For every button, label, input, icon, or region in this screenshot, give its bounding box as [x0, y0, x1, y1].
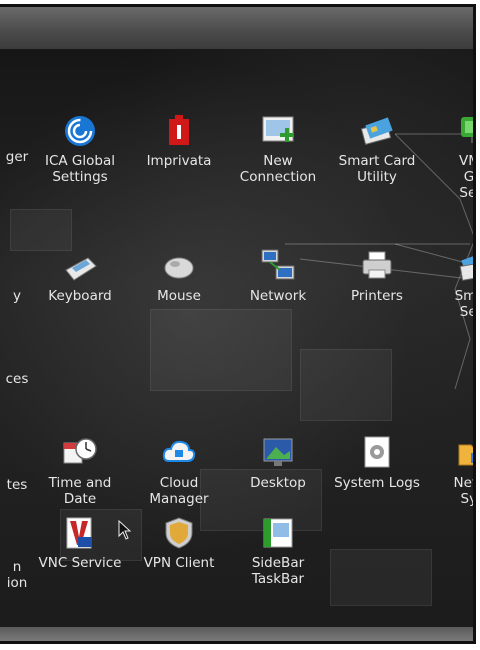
item-label: VMw Glo Setti: [459, 153, 476, 201]
mouse-pointer-icon: [118, 519, 132, 544]
desktop-item-devices[interactable]: ces: [0, 331, 66, 387]
item-label: ces: [5, 371, 29, 387]
item-label: ICA Global Settings: [45, 153, 115, 185]
vnc-service-icon: [62, 515, 98, 551]
network-system-icon: [457, 435, 473, 471]
printers-icon: [359, 248, 395, 284]
desktop-item-vpn-client[interactable]: VPN Client: [130, 515, 228, 571]
smart-card-utility-icon: [359, 113, 395, 149]
ica-global-settings-icon: [62, 113, 98, 149]
desktop-item-system-logs[interactable]: System Logs: [328, 435, 426, 491]
item-label: SideBar TaskBar: [251, 555, 305, 587]
keyboard-icon: [62, 248, 98, 284]
devices-icon: [0, 331, 35, 367]
desktop-item-printers[interactable]: Printers: [328, 248, 426, 304]
desktop-item-ica-global-settings[interactable]: ICA Global Settings: [31, 113, 129, 185]
desktop-item-imprivata[interactable]: Imprivata: [130, 113, 228, 169]
item-label: Printers: [351, 288, 403, 304]
item-label: Netwo Syst: [453, 475, 476, 507]
control-center-window: ger ICA Global Settings Imprivata New Co…: [0, 4, 476, 644]
cloud-manager-icon: [161, 435, 197, 471]
window-bottom-border: [0, 627, 473, 641]
desktop-item-vnc-service[interactable]: VNC Service: [31, 515, 129, 571]
item-label: VPN Client: [143, 555, 215, 571]
certificates-icon: [0, 437, 35, 473]
desktop-item-smart-card-utility[interactable]: Smart Card Utility: [328, 113, 426, 185]
vpn-client-icon: [161, 515, 197, 551]
display-icon: [0, 248, 35, 284]
smart-services-icon: [457, 248, 473, 284]
window-titlebar[interactable]: [0, 7, 473, 50]
vmware-global-settings-icon: [457, 113, 473, 149]
desktop-item-network-system[interactable]: Netwo Syst: [426, 435, 476, 507]
time-and-date-icon: [62, 435, 98, 471]
desktop-item-network[interactable]: Network: [229, 248, 327, 304]
item-label: New Connection: [239, 153, 317, 185]
desktop-icon: [260, 435, 296, 471]
desktop-item-sidebar-taskbar[interactable]: SideBar TaskBar: [229, 515, 327, 587]
item-label: VNC Service: [38, 555, 122, 571]
item-label: System Logs: [334, 475, 420, 491]
desktop-item-desktop[interactable]: Desktop: [229, 435, 327, 491]
manager-icon: [0, 109, 35, 145]
item-label: Mouse: [157, 288, 201, 304]
new-connection-icon: [260, 113, 296, 149]
item-label: Desktop: [250, 475, 306, 491]
item-label: Imprivata: [146, 153, 212, 169]
item-label: Cloud Manager: [149, 475, 209, 507]
sidebar-taskbar-icon: [260, 515, 296, 551]
item-label: Keyboard: [48, 288, 112, 304]
item-label: Smart Serv: [454, 288, 476, 320]
network-icon: [260, 248, 296, 284]
item-label: Network: [249, 288, 307, 304]
desktop-item-keyboard[interactable]: Keyboard: [31, 248, 129, 304]
item-label: Time and Date: [48, 475, 112, 507]
desktop-item-vmware-global-settings[interactable]: VMw Glo Setti: [426, 113, 476, 201]
desktop-item-time-and-date[interactable]: Time and Date: [31, 435, 129, 507]
mouse-icon: [161, 248, 197, 284]
desktop-item-smart-services[interactable]: Smart Serv: [426, 248, 476, 320]
desktop-item-new-connection[interactable]: New Connection: [229, 113, 327, 185]
application-icon: [0, 519, 35, 555]
desktop-item-cloud-manager[interactable]: Cloud Manager: [130, 435, 228, 507]
desktop-item-mouse[interactable]: Mouse: [130, 248, 228, 304]
system-logs-icon: [359, 435, 395, 471]
item-label: Smart Card Utility: [338, 153, 416, 185]
imprivata-icon: [161, 113, 197, 149]
